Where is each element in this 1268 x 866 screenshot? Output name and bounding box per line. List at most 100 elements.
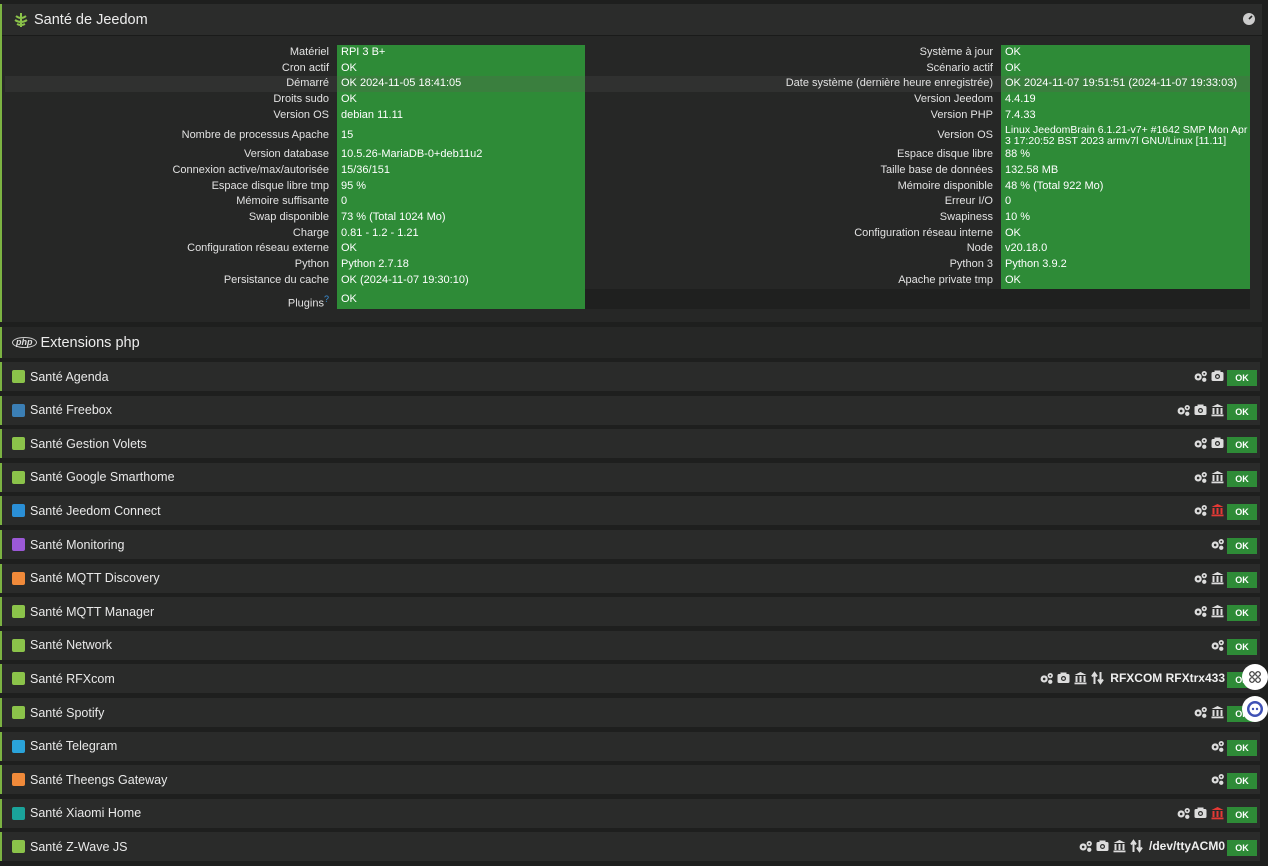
gears-icon[interactable] — [1176, 806, 1191, 820]
camera-icon[interactable] — [1193, 806, 1208, 820]
gauge-icon[interactable] — [1242, 12, 1256, 26]
gears-icon[interactable] — [1210, 772, 1225, 786]
bank-icon[interactable] — [1210, 705, 1225, 719]
health-row: Swapiness 10 % — [585, 210, 1250, 226]
gears-icon[interactable] — [1210, 638, 1225, 652]
plugin-name[interactable]: Santé Xiaomi Home — [30, 806, 141, 820]
plugin-name[interactable]: Santé Jeedom Connect — [30, 504, 161, 518]
plugin-name[interactable]: Santé Z-Wave JS — [30, 840, 128, 854]
plugin-icon — [12, 806, 25, 820]
bank-warning-icon[interactable] — [1210, 806, 1225, 820]
grid-menu-icon[interactable] — [1242, 664, 1268, 690]
bank-icon[interactable] — [1112, 839, 1127, 853]
plugin-row[interactable]: Santé Monitoring OK — [0, 530, 1260, 559]
gears-icon[interactable] — [1193, 436, 1208, 450]
gears-icon[interactable] — [1176, 403, 1191, 417]
empty-cell — [585, 289, 1001, 309]
plugin-name[interactable]: Santé Freebox — [30, 403, 112, 417]
plugin-name[interactable]: Santé MQTT Manager — [30, 605, 154, 619]
plugin-name[interactable]: Santé Spotify — [30, 706, 104, 720]
assistant-bot-icon[interactable] — [1242, 696, 1268, 722]
health-row: Version Jeedom 4.4.19 — [585, 92, 1250, 108]
gears-icon[interactable] — [1210, 537, 1225, 551]
health-value: OK — [337, 241, 585, 257]
gears-icon[interactable] — [1193, 604, 1208, 618]
plugin-icon — [12, 840, 25, 854]
plugin-row[interactable]: Santé Z-Wave JS/dev/ttyACM0 OK — [0, 832, 1260, 862]
plugin-row[interactable]: Santé Network OK — [0, 630, 1260, 660]
health-label: Connexion active/max/autorisée — [172, 164, 329, 176]
help-icon[interactable]: ? — [324, 294, 329, 304]
status-badge: OK — [1227, 504, 1257, 521]
health-value: 132.58 MB — [1001, 163, 1250, 179]
sort-arrows-icon[interactable] — [1090, 671, 1105, 686]
health-label: Node — [966, 242, 993, 254]
plugin-row[interactable]: Santé Jeedom Connect OK — [0, 496, 1260, 526]
bank-warning-icon[interactable] — [1210, 503, 1225, 517]
health-row: Mémoire suffisante 0 — [5, 194, 585, 210]
bank-icon[interactable] — [1210, 403, 1225, 417]
plugin-row[interactable]: Santé SpotifyOK — [0, 698, 1260, 727]
health-label: Plugins? — [5, 289, 337, 310]
plugin-row[interactable]: Santé Freebox OK — [0, 395, 1260, 425]
health-row: Droits sudo OK — [5, 92, 585, 108]
gears-icon[interactable] — [1193, 369, 1208, 383]
plugin-icon — [12, 773, 25, 787]
health-row: Swap disponible 73 % (Total 1024 Mo) — [5, 210, 585, 226]
plugin-tools — [1193, 705, 1225, 719]
plugin-row[interactable]: Santé Google Smarthome OK — [0, 462, 1260, 492]
status-badge: OK — [1227, 538, 1257, 554]
health-label: Version database — [243, 148, 329, 160]
status-badge: OK — [1227, 739, 1257, 756]
health-label: Cron actif — [281, 62, 329, 74]
plugin-row[interactable]: Santé Telegram OK — [0, 731, 1260, 761]
gears-icon[interactable] — [1193, 571, 1208, 585]
php-icon: php — [12, 337, 37, 348]
gears-icon[interactable] — [1210, 739, 1225, 753]
bank-icon[interactable] — [1073, 671, 1088, 685]
plugin-row[interactable]: Santé MQTT Manager OK — [0, 597, 1260, 627]
health-value: 88 % — [1001, 147, 1250, 163]
plugin-row[interactable]: Santé Xiaomi Home OK — [0, 798, 1260, 828]
camera-icon[interactable] — [1193, 403, 1208, 417]
gears-icon[interactable] — [1193, 705, 1208, 719]
health-label: Taille base de données — [880, 164, 993, 176]
camera-icon[interactable] — [1210, 436, 1225, 450]
health-label: Erreur I/O — [944, 195, 993, 207]
health-value: OK — [337, 289, 585, 309]
plugin-name[interactable]: Santé RFXcom — [30, 672, 115, 686]
health-label: Matériel — [289, 46, 329, 58]
camera-icon[interactable] — [1210, 369, 1225, 383]
plugin-row[interactable]: Santé MQTT Discovery OK — [0, 563, 1260, 593]
plugin-name[interactable]: Santé Agenda — [30, 370, 109, 384]
health-value: OK — [1001, 226, 1250, 242]
plugin-name[interactable]: Santé Gestion Volets — [30, 437, 147, 451]
plugin-name[interactable]: Santé Network — [30, 638, 112, 652]
plugin-tools — [1176, 403, 1225, 417]
health-row: Node v20.18.0 — [585, 241, 1250, 257]
health-value: 15 — [337, 124, 585, 147]
plugin-name[interactable]: Santé Telegram — [30, 739, 117, 753]
health-row: Apache private tmp OK — [585, 273, 1250, 289]
plugin-name[interactable]: Santé MQTT Discovery — [30, 571, 160, 585]
plugin-icon — [12, 672, 25, 686]
gears-icon[interactable] — [1078, 839, 1093, 853]
plugin-row[interactable]: Santé Theengs Gateway OK — [0, 765, 1260, 795]
camera-icon[interactable] — [1095, 839, 1110, 853]
bank-icon[interactable] — [1210, 571, 1225, 585]
bank-icon[interactable] — [1210, 470, 1225, 484]
gears-icon[interactable] — [1039, 671, 1054, 685]
gears-icon[interactable] — [1193, 503, 1208, 517]
camera-icon[interactable] — [1056, 671, 1071, 685]
plugin-name[interactable]: Santé Theengs Gateway — [30, 773, 167, 787]
plugin-row[interactable]: Santé Gestion Volets OK — [0, 429, 1260, 459]
plugin-name[interactable]: Santé Google Smarthome — [30, 470, 175, 484]
plugin-row[interactable]: Santé Agenda OK — [0, 362, 1260, 391]
gears-icon[interactable] — [1193, 470, 1208, 484]
sort-arrows-icon[interactable] — [1129, 839, 1144, 854]
plugin-row[interactable]: Santé RFXcomRFXCOM RFXtrx433OK — [0, 664, 1260, 694]
plugin-icon — [12, 437, 25, 451]
extensions-header: php Extensions php — [0, 327, 1262, 358]
bank-icon[interactable] — [1210, 604, 1225, 618]
plugin-name[interactable]: Santé Monitoring — [30, 538, 125, 552]
